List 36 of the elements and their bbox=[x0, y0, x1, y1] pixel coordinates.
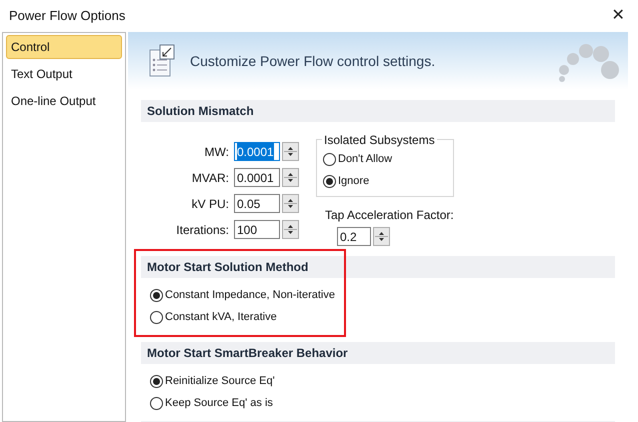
radio-button[interactable] bbox=[150, 374, 163, 388]
number-field[interactable]: 0.0001 bbox=[234, 142, 280, 161]
spin-buttons[interactable] bbox=[282, 220, 299, 239]
sidebar-item[interactable]: Text Output bbox=[6, 62, 122, 86]
spin-buttons[interactable] bbox=[373, 227, 390, 246]
number-field[interactable]: 100 bbox=[234, 220, 280, 239]
section-header: Motor Start Solution Method bbox=[141, 256, 615, 278]
sidebar-item[interactable]: Control bbox=[6, 35, 122, 59]
radio-button[interactable] bbox=[150, 396, 163, 410]
radio-button[interactable] bbox=[323, 152, 336, 166]
field-label: Tap Acceleration Factor: bbox=[325, 207, 454, 224]
field-label: MW: bbox=[204, 144, 229, 160]
field-label: kV PU: bbox=[192, 196, 229, 212]
radio-label: Reinitialize Source Eq' bbox=[165, 374, 275, 389]
section-header: Solution Mismatch bbox=[141, 100, 615, 122]
radio-button[interactable] bbox=[323, 174, 336, 188]
field-label: Iterations: bbox=[176, 222, 229, 238]
radio-label: Constant Impedance, Non-iterative bbox=[165, 288, 335, 303]
header-text: Customize Power Flow control settings. bbox=[190, 52, 436, 71]
close-button[interactable]: ✕ bbox=[608, 6, 628, 26]
radio-label: Don't Allow bbox=[338, 152, 392, 167]
radio-label: Ignore bbox=[338, 174, 370, 189]
radio-label: Constant kVA, Iterative bbox=[165, 310, 277, 325]
window-title: Power Flow Options bbox=[9, 7, 126, 26]
radio-button[interactable] bbox=[150, 288, 163, 302]
sidebar-item[interactable]: One-line Output bbox=[6, 89, 122, 113]
field-label: MVAR: bbox=[192, 170, 229, 186]
spin-buttons[interactable] bbox=[282, 168, 299, 187]
number-field[interactable]: 0.2 bbox=[337, 227, 371, 246]
spin-buttons[interactable] bbox=[282, 142, 299, 161]
radio-label: Keep Source Eq' as is bbox=[165, 396, 273, 411]
radio-button[interactable] bbox=[150, 310, 163, 324]
section-header: Motor Start SmartBreaker Behavior bbox=[141, 342, 615, 364]
number-field[interactable]: 0.0001 bbox=[234, 168, 280, 187]
number-field[interactable]: 0.05 bbox=[234, 194, 280, 213]
spin-buttons[interactable] bbox=[282, 194, 299, 213]
